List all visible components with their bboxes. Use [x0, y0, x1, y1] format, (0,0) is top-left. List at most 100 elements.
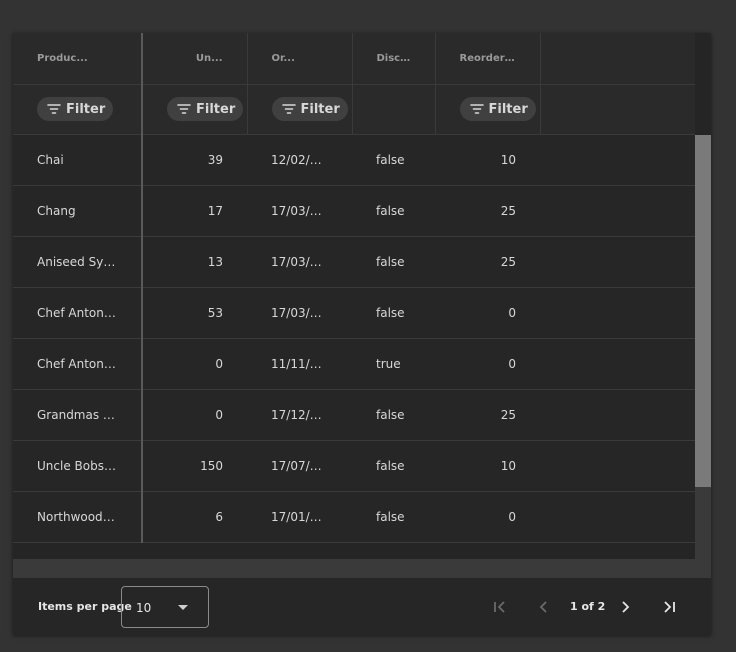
filler-cell [540, 236, 695, 288]
cell-text: false [376, 203, 405, 218]
filter-cell: Filter [435, 84, 541, 135]
product-cell[interactable]: Chai [13, 134, 143, 186]
chevron-down-icon [178, 605, 188, 610]
units-cell[interactable]: 150 [142, 440, 247, 492]
filter-row: Filter Filter Filter Filter [13, 84, 695, 135]
reorder-cell[interactable]: 25 [435, 236, 540, 288]
cell-text: 17/03/2016 [271, 305, 341, 320]
filter-button-product[interactable]: Filter [37, 97, 114, 121]
items-per-page-label: Items per page [38, 600, 132, 613]
table-row[interactable]: Grandmas B... 0 17/12/2017 false 25 [13, 389, 695, 441]
filter-icon [469, 104, 484, 114]
table-row[interactable]: Chef Antons ... 53 17/03/2016 false 0 [13, 287, 695, 339]
order-date-cell[interactable]: 17/03/2006 [247, 236, 352, 288]
discontinued-cell[interactable]: false [352, 134, 435, 186]
order-date-cell[interactable]: 11/11/2011 [247, 338, 352, 390]
order-date-cell[interactable]: 17/01/2018 [247, 491, 352, 543]
discontinued-cell[interactable]: false [352, 491, 435, 543]
filter-button-units[interactable]: Filter [167, 97, 244, 121]
units-cell[interactable]: 0 [142, 338, 247, 390]
filler-cell [540, 338, 695, 390]
column-header-units[interactable]: Un... [142, 33, 248, 85]
horizontal-scrollbar[interactable] [13, 559, 711, 577]
cell-text: 0 [508, 356, 516, 371]
product-cell[interactable]: Northwoods... [13, 491, 143, 543]
cell-text: 25 [500, 203, 516, 218]
previous-page-button[interactable] [531, 594, 557, 620]
product-cell[interactable]: Uncle Bobs ... [13, 440, 143, 492]
cell-text: 0 [508, 509, 516, 524]
table-row[interactable]: Chai 39 12/02/2012 false 10 [13, 134, 695, 186]
reorder-cell[interactable]: 0 [435, 287, 540, 339]
cell-text: false [376, 458, 405, 473]
vertical-scrollbar-thumb[interactable] [695, 135, 711, 487]
cell-text: 10 [500, 152, 516, 167]
grid-body: Chai 39 12/02/2012 false 10 Chang 17 17/03/2003… [13, 134, 695, 543]
discontinued-cell[interactable]: false [352, 440, 435, 492]
reorder-cell[interactable]: 0 [435, 338, 540, 390]
table-row[interactable]: Aniseed Syrup 13 17/03/2006 false 25 [13, 236, 695, 288]
table-row[interactable]: Northwoods... 6 17/01/2018 false 0 [13, 491, 695, 543]
cell-text: Aniseed Syrup [37, 254, 124, 269]
first-page-button[interactable] [487, 594, 513, 620]
order-date-cell[interactable]: 17/03/2003 [247, 185, 352, 237]
product-cell[interactable]: Chef Antons ... [13, 338, 143, 390]
discontinued-cell[interactable]: false [352, 185, 435, 237]
reorder-cell[interactable]: 25 [435, 185, 540, 237]
cell-text: 12/02/2012 [271, 152, 341, 167]
order-date-cell[interactable]: 12/02/2012 [247, 134, 352, 186]
product-cell[interactable]: Chang [13, 185, 143, 237]
units-cell[interactable]: 13 [142, 236, 247, 288]
cell-text: false [376, 305, 405, 320]
column-header-order-date[interactable]: Or... [247, 33, 353, 85]
reorder-cell[interactable]: 10 [435, 134, 540, 186]
column-header-label: Reorder ... [459, 52, 520, 64]
product-cell[interactable]: Aniseed Syrup [13, 236, 143, 288]
column-header-discontinued[interactable]: Disc... [352, 33, 436, 85]
table-row[interactable]: Chef Antons ... 0 11/11/2011 true 0 [13, 338, 695, 390]
items-per-page-select[interactable]: 10 [121, 586, 209, 628]
order-date-cell[interactable]: 17/07/2016 [247, 440, 352, 492]
units-cell[interactable]: 39 [142, 134, 247, 186]
units-cell[interactable]: 0 [142, 389, 247, 441]
product-cell[interactable]: Grandmas B... [13, 389, 143, 441]
next-page-button[interactable] [612, 594, 638, 620]
column-header-label: Or... [271, 52, 295, 64]
discontinued-cell[interactable]: true [352, 338, 435, 390]
order-date-cell[interactable]: 17/12/2017 [247, 389, 352, 441]
cell-text: 25 [500, 407, 516, 422]
units-cell[interactable]: 17 [142, 185, 247, 237]
units-cell[interactable]: 53 [142, 287, 247, 339]
cell-text: false [376, 509, 405, 524]
grid-scroll-area[interactable]: Produc... Un... Or... Disc... Reorder ..… [13, 33, 695, 559]
filter-button-order-date[interactable]: Filter [271, 97, 348, 121]
cell-text: 13 [207, 254, 223, 269]
cell-text: 10 [500, 458, 516, 473]
cell-text: 17/01/2018 [271, 509, 341, 524]
column-header-product[interactable]: Produc... [13, 33, 143, 85]
filter-button-reorder[interactable]: Filter [459, 97, 536, 121]
table-row[interactable]: Uncle Bobs ... 150 17/07/2016 false 10 [13, 440, 695, 492]
table-row[interactable]: Chang 17 17/03/2003 false 25 [13, 185, 695, 237]
order-date-cell[interactable]: 17/03/2016 [247, 287, 352, 339]
reorder-cell[interactable]: 10 [435, 440, 540, 492]
last-page-button[interactable] [656, 594, 682, 620]
cell-text: 0 [215, 356, 223, 371]
discontinued-cell[interactable]: false [352, 389, 435, 441]
cell-text: 0 [215, 407, 223, 422]
product-cell[interactable]: Chef Antons ... [13, 287, 143, 339]
reorder-cell[interactable]: 25 [435, 389, 540, 441]
cell-text: Northwoods... [37, 509, 121, 524]
grid-table: Produc... Un... Or... Disc... Reorder ..… [13, 33, 695, 543]
column-header-reorder[interactable]: Reorder ... [435, 33, 541, 85]
cell-text: false [376, 407, 405, 422]
filter-label: Filter [66, 101, 106, 117]
cell-text: 6 [215, 509, 223, 524]
vertical-scrollbar[interactable] [695, 135, 711, 559]
discontinued-cell[interactable]: false [352, 236, 435, 288]
reorder-cell[interactable]: 0 [435, 491, 540, 543]
discontinued-cell[interactable]: false [352, 287, 435, 339]
column-header-label: Disc... [376, 52, 412, 64]
cell-text: true [376, 356, 401, 371]
units-cell[interactable]: 6 [142, 491, 247, 543]
